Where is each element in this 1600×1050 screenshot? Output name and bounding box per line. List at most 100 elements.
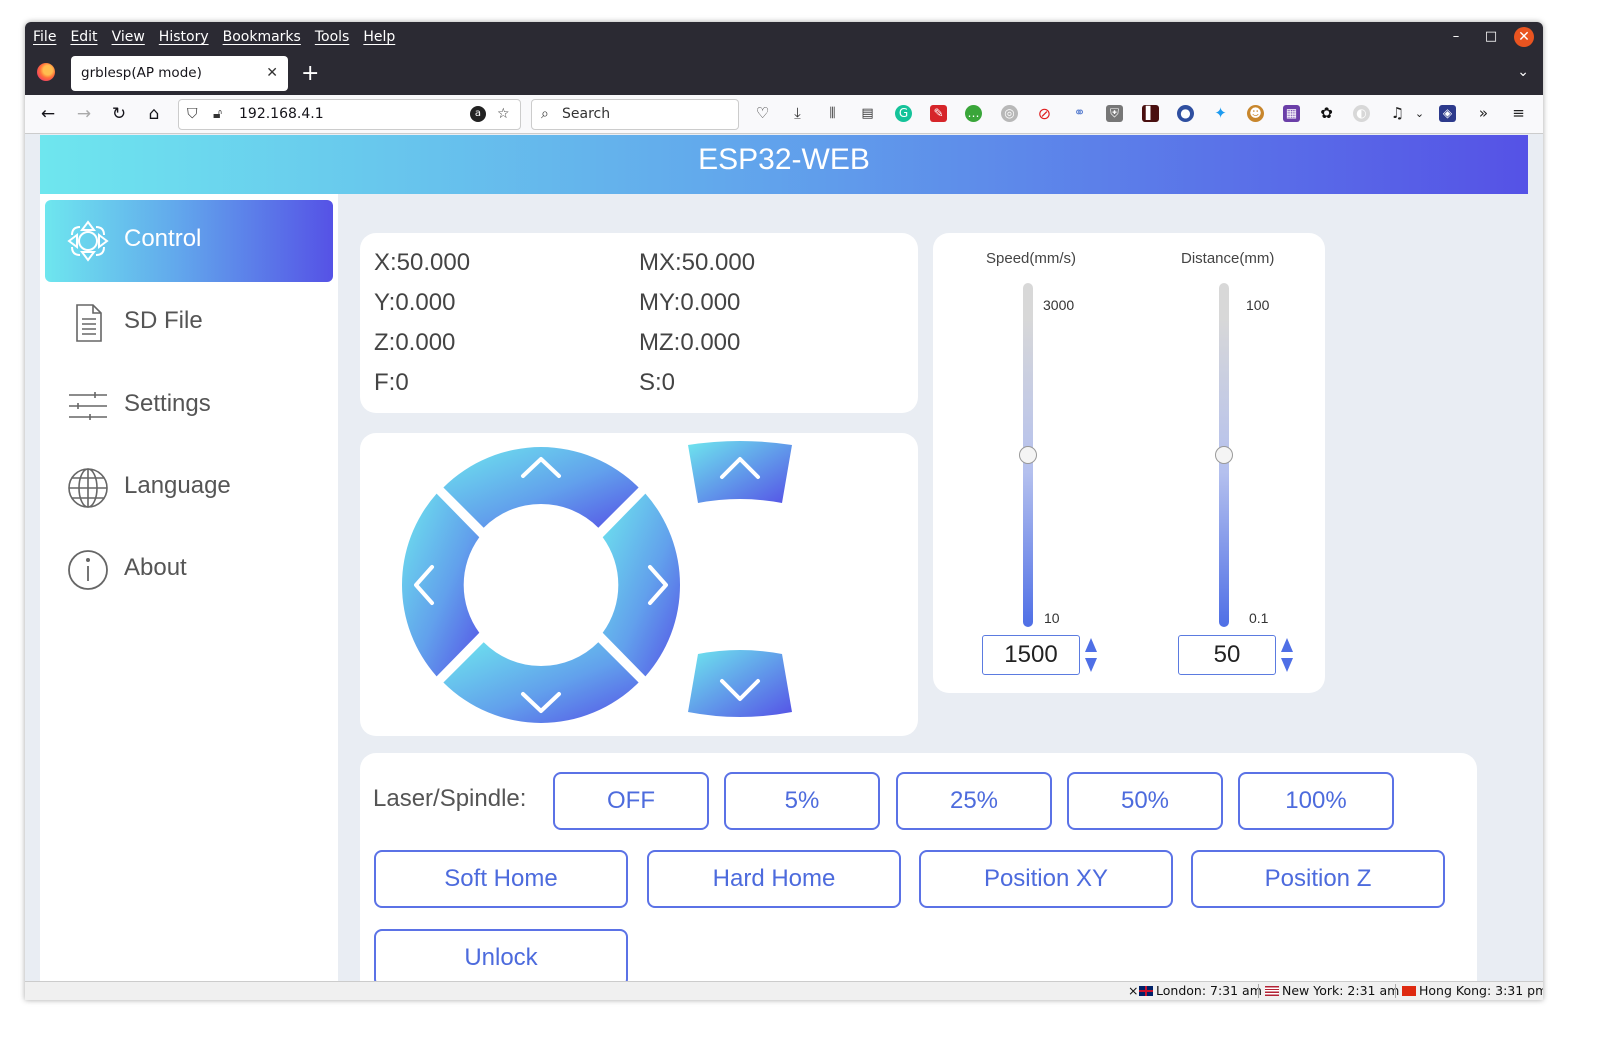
tab-active[interactable]: grblesp(AP mode) ✕: [71, 56, 288, 91]
clock-new-york: New York: 2:31 am: [1265, 983, 1399, 998]
sidebar-item-language[interactable]: Language: [45, 447, 333, 529]
search-input[interactable]: ⌕ Search: [531, 99, 739, 130]
laser-spindle-label: Laser/Spindle:: [373, 785, 527, 812]
menu-file[interactable]: File: [27, 29, 62, 45]
jog-down-button[interactable]: [443, 642, 639, 723]
hard-home-button[interactable]: Hard Home: [647, 850, 901, 908]
dropdown-chevron-icon[interactable]: ⌄: [1411, 105, 1428, 122]
tab-close-icon[interactable]: ✕: [266, 56, 278, 91]
home-icon[interactable]: ⌂: [143, 103, 165, 125]
menu-edit[interactable]: Edit: [64, 29, 103, 45]
insecure-lock-icon[interactable]: 🔓︎: [213, 100, 222, 129]
clock-close-icon[interactable]: ×: [1128, 983, 1138, 998]
url-text[interactable]: 192.168.4.1: [239, 100, 324, 129]
gnome-icon[interactable]: ✿: [1318, 105, 1335, 122]
sidebar-item-settings[interactable]: Settings: [45, 365, 333, 447]
position-z-button[interactable]: Position Z: [1191, 850, 1445, 908]
laser-actions-card: Laser/Spindle: OFF 5% 25% 50% 100% Soft …: [360, 753, 1477, 981]
hamburger-menu-icon[interactable]: ≡: [1510, 105, 1527, 122]
laser-100-button[interactable]: 100%: [1238, 772, 1394, 830]
divider: [1395, 984, 1396, 998]
position-xy-button[interactable]: Position XY: [919, 850, 1173, 908]
tab-bar: grblesp(AP mode) ✕ + ⌄: [25, 52, 1543, 95]
library-icon[interactable]: ⫼: [824, 105, 841, 122]
coord-mx: MX:50.000: [639, 249, 756, 276]
coord-y: Y:0.000: [374, 289, 456, 316]
speed-input[interactable]: 1500: [982, 635, 1080, 675]
pdf-tool-icon[interactable]: ✎: [930, 105, 947, 122]
block-icon[interactable]: ⊘: [1036, 105, 1053, 122]
puzzle-ext-icon[interactable]: ◈: [1439, 105, 1456, 122]
forward-arrow-icon[interactable]: →: [73, 103, 95, 125]
bookmark-star-icon[interactable]: ☆: [497, 100, 510, 129]
sliders-icon: [69, 392, 107, 420]
sidebar: Control SD File Settings Language About: [40, 194, 338, 981]
close-window-icon[interactable]: ✕: [1514, 27, 1534, 47]
menu-tools[interactable]: Tools: [309, 29, 356, 45]
tab-title: grblesp(AP mode): [81, 65, 202, 81]
menu-view[interactable]: View: [106, 29, 151, 45]
overflow-chevrons-icon[interactable]: »: [1475, 105, 1492, 122]
dark-ext-icon[interactable]: ▌: [1142, 105, 1159, 122]
laser-off-button[interactable]: OFF: [553, 772, 709, 830]
pocket-icon[interactable]: ♡: [754, 105, 771, 122]
link-ext-icon[interactable]: ⚭: [1071, 105, 1088, 122]
chart-ext-icon[interactable]: ▦: [1283, 105, 1300, 122]
sidebar-item-label: About: [124, 554, 187, 581]
headphones-icon[interactable]: ♫: [1389, 105, 1406, 122]
monkey-ext-icon[interactable]: ☻: [1247, 105, 1264, 122]
unlock-button[interactable]: Unlock: [374, 929, 628, 981]
clock-label: New York: 2:31 am: [1282, 983, 1400, 998]
shield-ext-icon[interactable]: ⛨: [1106, 105, 1123, 122]
dpad-icon: [67, 220, 109, 262]
coord-z: Z:0.000: [374, 329, 456, 356]
speed-slider-thumb[interactable]: [1019, 446, 1037, 464]
speed-stepper-icon[interactable]: [1084, 637, 1098, 673]
back-arrow-icon[interactable]: ←: [37, 103, 59, 125]
laser-5-button[interactable]: 5%: [724, 772, 880, 830]
laser-25-button[interactable]: 25%: [896, 772, 1052, 830]
reader-a-icon[interactable]: a: [470, 106, 486, 122]
coord-f: F:0: [374, 369, 409, 396]
globe-icon: [68, 468, 108, 508]
sidebar-item-sd-file[interactable]: SD File: [45, 282, 333, 364]
sidebar-item-about[interactable]: About: [45, 529, 333, 611]
firefox-logo-icon: [37, 63, 55, 81]
coordinates-card: X:50.000 MX:50.000 Y:0.000 MY:0.000 Z:0.…: [360, 233, 918, 413]
earth-ext-icon[interactable]: ●: [1177, 105, 1194, 122]
status-bar: × London: 7:31 am New York: 2:31 am Hong…: [25, 981, 1543, 1000]
distance-slider-thumb[interactable]: [1215, 446, 1233, 464]
globe-ext-icon[interactable]: ◎: [1001, 105, 1018, 122]
jog-pad: [401, 441, 792, 723]
new-tab-icon[interactable]: +: [301, 60, 319, 88]
grey-ext-icon[interactable]: ◐: [1353, 105, 1370, 122]
jog-up-button[interactable]: [443, 447, 639, 528]
distance-stepper-icon[interactable]: [1280, 637, 1294, 673]
sidebar-toggle-icon[interactable]: ▤: [859, 105, 876, 122]
maximize-icon[interactable]: □: [1481, 27, 1501, 47]
laser-50-button[interactable]: 50%: [1067, 772, 1223, 830]
minimize-icon[interactable]: –: [1446, 27, 1466, 47]
shield-icon[interactable]: ⛉: [187, 100, 198, 129]
distance-input[interactable]: 50: [1178, 635, 1276, 675]
twitter-icon[interactable]: ✦: [1212, 105, 1229, 122]
jog-z-up-button[interactable]: [688, 441, 792, 503]
downloads-icon[interactable]: ⤓: [789, 105, 806, 122]
grammarly-icon[interactable]: G: [895, 105, 912, 122]
jog-z-down-button[interactable]: [688, 650, 792, 717]
jog-left-button[interactable]: [401, 493, 480, 677]
distance-max-label: 100: [1246, 297, 1270, 313]
url-bar[interactable]: ⛉ 🔓︎ 192.168.4.1 a ☆: [178, 99, 521, 130]
menu-bookmarks[interactable]: Bookmarks: [217, 29, 307, 45]
uk-flag-icon: [1139, 986, 1153, 996]
jog-right-button[interactable]: [602, 493, 681, 677]
sidebar-item-control[interactable]: Control: [45, 200, 333, 282]
soft-home-button[interactable]: Soft Home: [374, 850, 628, 908]
menu-help[interactable]: Help: [357, 29, 401, 45]
chat-icon[interactable]: …: [965, 105, 982, 122]
list-tabs-chevron-icon[interactable]: ⌄: [1517, 64, 1529, 80]
distance-min-label: 0.1: [1249, 610, 1269, 626]
menu-history[interactable]: History: [153, 29, 215, 45]
reload-icon[interactable]: ↻: [108, 103, 130, 125]
coord-my: MY:0.000: [639, 289, 741, 316]
